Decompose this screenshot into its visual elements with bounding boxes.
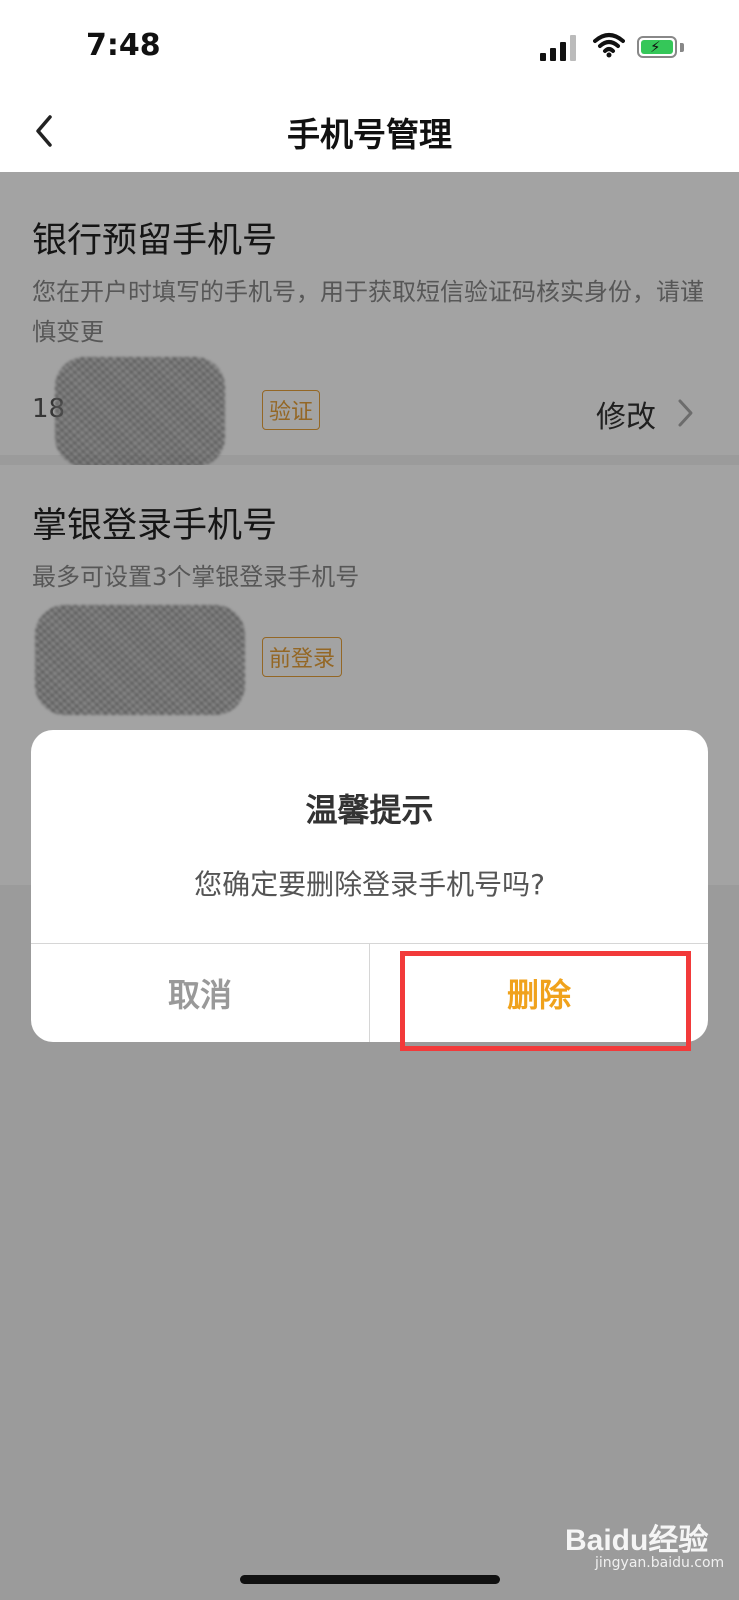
signal-icon [540,35,576,61]
dialog-title: 温馨提示 [305,791,434,829]
status-bar: 7:48 ⚡ [0,0,739,90]
clock: 7:48 [86,28,161,63]
watermark-logo: Baidu经验 [565,1524,709,1557]
page-title: 手机号管理 [287,115,452,154]
dialog-message: 您确定要删除登录手机号吗? [194,868,545,901]
battery-icon: ⚡ [637,36,677,58]
home-indicator[interactable] [240,1575,500,1584]
highlight-box [400,951,691,1051]
watermark-url: jingyan.baidu.com [595,1555,725,1571]
cancel-button[interactable]: 取消 [31,944,369,1042]
wifi-icon [593,33,625,58]
nav-bar: 手机号管理 [0,90,739,172]
